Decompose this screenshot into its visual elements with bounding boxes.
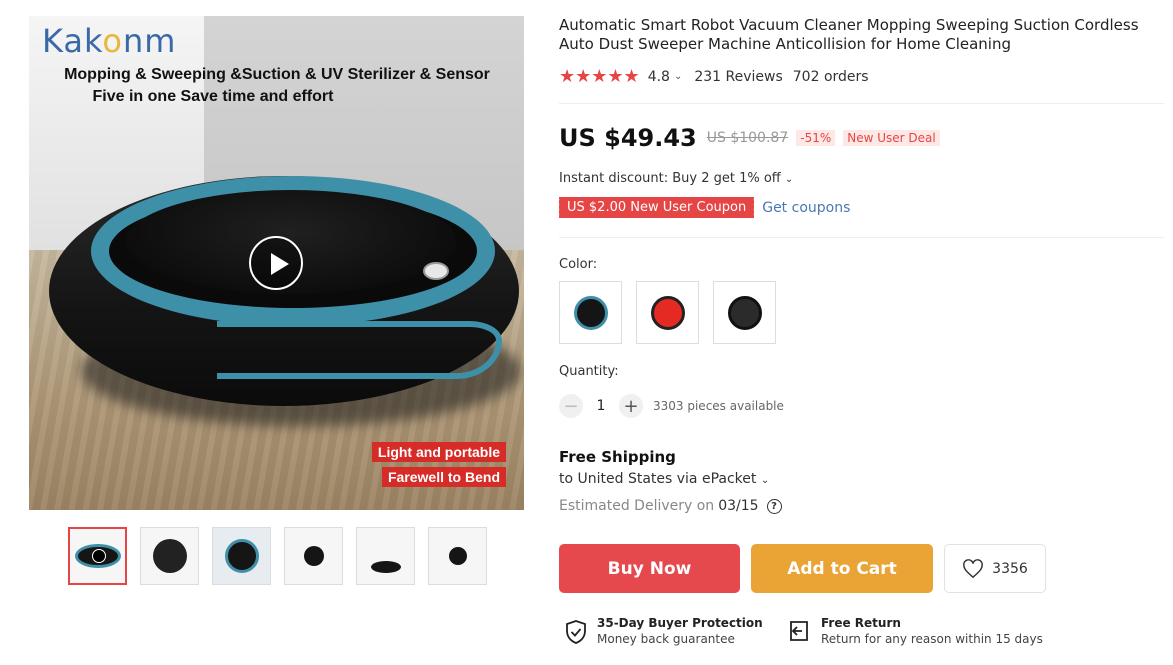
robot-power-button — [423, 262, 449, 280]
color-option-red[interactable] — [636, 281, 699, 344]
color-option-black[interactable] — [559, 281, 622, 344]
chevron-down-icon: ⌄ — [760, 475, 770, 486]
instant-discount[interactable]: Instant discount: Buy 2 get 1% off ⌄ — [559, 171, 793, 186]
quantity-label: Quantity: — [559, 364, 619, 379]
shipping-title: Free Shipping — [559, 448, 676, 466]
new-user-deal-badge: New User Deal — [843, 130, 940, 146]
estimated-delivery: Estimated Delivery on 03/15 ? — [559, 498, 782, 514]
delivery-prefix: Estimated Delivery on — [559, 498, 715, 514]
thumbnail-video[interactable] — [68, 527, 127, 585]
color-label: Color: — [559, 257, 598, 272]
brand-logo: Kakonm — [42, 22, 177, 60]
heart-icon — [963, 558, 984, 578]
discount-badge: -51% — [796, 130, 836, 146]
buyer-protection: 35-Day Buyer Protection Money back guara… — [565, 615, 763, 647]
thumbnail-top-view[interactable] — [140, 527, 199, 585]
add-to-cart-button[interactable]: Add to Cart — [751, 544, 933, 593]
shield-check-icon — [566, 620, 586, 644]
shipping-destination-text: to United States via ePacket — [559, 471, 757, 487]
banner-headline: Mopping & Sweeping &Suction & UV Sterili… — [64, 66, 490, 83]
question-icon[interactable]: ? — [766, 498, 782, 514]
instant-discount-text: Instant discount: Buy 2 get 1% off — [559, 171, 781, 186]
coupon-row: US $2.00 New User Coupon Get coupons — [556, 197, 850, 218]
divider — [559, 103, 1164, 104]
thumbnail-usage[interactable] — [428, 527, 487, 585]
price-row: US $49.43 US $100.87 -51% New User Deal — [559, 124, 948, 152]
get-coupons-link[interactable]: Get coupons — [762, 200, 850, 216]
reviews-link[interactable]: 231 Reviews — [694, 69, 782, 85]
product-main-image[interactable]: Kakonm Mopping & Sweeping &Suction & UV … — [29, 16, 524, 510]
thumbnail-robot-image — [224, 539, 259, 573]
thumbnail-robot-image — [448, 547, 467, 565]
banner-subheadline: Five in one Save time and effort — [92, 88, 334, 105]
rating-stars-icon: ★★★★★ — [559, 66, 640, 87]
feature-tag-portable: Light and portable — [371, 442, 506, 462]
thumbnail-features[interactable] — [284, 527, 343, 585]
chevron-down-icon: ⌄ — [784, 174, 794, 185]
thumbnail-one-click[interactable] — [212, 527, 271, 585]
swatch-robot-image — [573, 295, 608, 330]
free-return-subtitle: Return for any reason within 15 days — [821, 632, 1043, 646]
pieces-available: 3303 pieces available — [653, 399, 784, 413]
buyer-protection-title: 35-Day Buyer Protection — [597, 616, 763, 630]
thumbnail-robot-image — [370, 561, 401, 574]
buyer-protection-subtitle: Money back guarantee — [597, 632, 735, 646]
video-play-icon[interactable] — [249, 236, 303, 290]
free-return-title: Free Return — [821, 616, 901, 630]
rating-value[interactable]: 4.8 — [648, 69, 670, 85]
thumbnail-slim-body[interactable] — [356, 527, 415, 585]
quantity-value[interactable]: 1 — [583, 398, 619, 414]
divider — [559, 237, 1164, 238]
free-return: Free Return Return for any reason within… — [787, 615, 1043, 647]
robot-side-band — [217, 321, 502, 379]
original-price: US $100.87 — [706, 130, 789, 146]
thumbnail-strip — [68, 527, 487, 585]
color-swatches — [559, 281, 776, 344]
thumbnail-robot-image — [303, 546, 324, 566]
shipping-destination[interactable]: to United States via ePacket ⌄ — [559, 471, 769, 487]
decrease-quantity-button[interactable]: − — [559, 394, 583, 418]
chevron-down-icon[interactable]: ⌄ — [674, 71, 682, 82]
thumbnail-play-icon — [92, 549, 106, 563]
current-price: US $49.43 — [559, 124, 697, 152]
thumbnail-robot-image — [152, 539, 187, 573]
feature-tag-bend: Farewell to Bend — [381, 467, 506, 487]
quantity-stepper: − 1 + 3303 pieces available — [559, 394, 784, 418]
wishlist-count: 3356 — [992, 560, 1028, 577]
wishlist-button[interactable]: 3356 — [944, 544, 1046, 593]
color-option-dark[interactable] — [713, 281, 776, 344]
orders-count: 702 orders — [792, 68, 869, 85]
buy-now-button[interactable]: Buy Now — [559, 544, 740, 593]
return-icon — [790, 621, 808, 641]
increase-quantity-button[interactable]: + — [619, 394, 643, 418]
delivery-date: 03/15 — [718, 498, 759, 514]
new-user-coupon[interactable]: US $2.00 New User Coupon — [556, 197, 755, 218]
rating-row: ★★★★★ 4.8 ⌄ 231 Reviews 702 orders — [559, 66, 869, 87]
swatch-robot-image — [727, 295, 762, 330]
product-title: Automatic Smart Robot Vacuum Cleaner Mop… — [559, 16, 1139, 53]
swatch-robot-image — [650, 295, 685, 330]
